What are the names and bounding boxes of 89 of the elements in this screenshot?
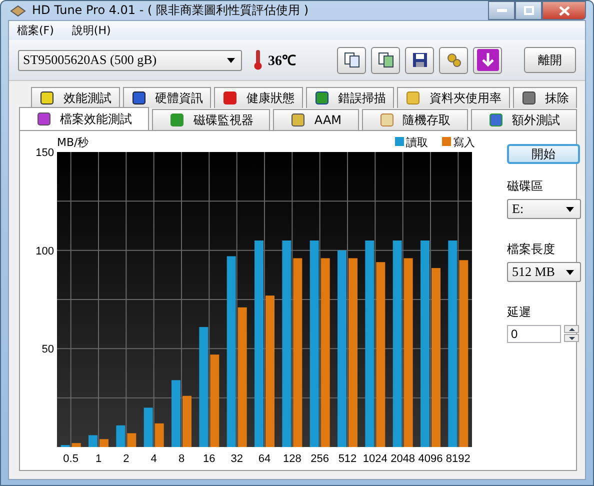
- start-button[interactable]: 開始: [507, 144, 580, 164]
- delay-label: 延遲: [507, 304, 531, 321]
- bar: [127, 433, 136, 447]
- square-icon: [314, 90, 330, 106]
- caret-icon: [566, 270, 574, 274]
- axis-tick-label: 1024: [362, 453, 388, 465]
- legend-item: 寫入: [442, 136, 475, 149]
- bar: [182, 396, 192, 447]
- square-icon: [378, 112, 395, 128]
- gears-button[interactable]: [439, 46, 468, 74]
- legend-label: 讀取: [406, 136, 428, 149]
- axis-tick-label: 0.5: [63, 453, 78, 465]
- tab[interactable]: 隨機存取: [362, 109, 468, 130]
- axis-tick-label: 2048: [390, 453, 416, 465]
- square-icon: [520, 90, 537, 106]
- gears-icon: [446, 52, 462, 68]
- axis-tick-label: 2: [123, 453, 130, 465]
- tab[interactable]: 額外測試: [470, 109, 577, 130]
- close-icon: [558, 6, 570, 16]
- close-button[interactable]: [542, 1, 586, 20]
- square-icon: [222, 90, 238, 106]
- legend-label: 寫入: [453, 136, 475, 149]
- down-arrow-icon: [568, 336, 574, 340]
- square-icon: [488, 112, 504, 128]
- bar: [72, 443, 81, 447]
- download-button[interactable]: [473, 46, 502, 74]
- square-icon: [36, 111, 52, 127]
- save-icon: [412, 52, 428, 68]
- axis-tick-label: 256: [310, 453, 330, 465]
- axis-tick-label: 64: [258, 453, 271, 465]
- square-icon: [405, 90, 422, 106]
- caret-icon: [566, 206, 574, 212]
- tab[interactable]: 抹除: [512, 87, 577, 108]
- minimize-icon: [496, 8, 506, 12]
- axis-tick-label: 128: [282, 453, 302, 465]
- axis-tick-label: 4: [150, 453, 157, 465]
- copy-button[interactable]: [371, 46, 400, 74]
- axis-tick-label: 50: [42, 344, 54, 356]
- save-button[interactable]: [405, 46, 434, 74]
- square-icon: [169, 112, 186, 128]
- file-length-label: 檔案長度: [507, 241, 555, 258]
- square-icon: [290, 112, 306, 128]
- thermometer-icon: [254, 50, 262, 70]
- download-icon: [476, 49, 498, 71]
- bar: [116, 425, 126, 447]
- tab[interactable]: 資料夾使用率: [397, 87, 510, 108]
- tab[interactable]: AAM: [273, 109, 359, 130]
- copy-icon: [344, 52, 360, 68]
- bar: [100, 439, 108, 447]
- bar: [88, 435, 98, 447]
- axis-tick-label: 150: [36, 147, 54, 159]
- drive-label: 磁碟區: [507, 178, 543, 195]
- delay-field[interactable]: 0: [507, 325, 561, 343]
- square-icon: [130, 90, 147, 106]
- minimize-button[interactable]: [488, 1, 515, 20]
- tab[interactable]: 健康狀態: [214, 87, 302, 108]
- axis-tick-label: 512: [338, 453, 357, 465]
- axis-tick-label: 16: [203, 453, 216, 465]
- legend-item: 讀取: [395, 136, 428, 149]
- copy-button[interactable]: [337, 46, 366, 74]
- maximize-icon: [524, 6, 534, 15]
- temperature-reading: 36℃: [268, 53, 296, 70]
- tab[interactable]: 檔案效能測試: [19, 107, 150, 130]
- axis-tick-label: 1: [95, 453, 102, 465]
- y-axis-title: MB/秒: [57, 136, 89, 149]
- axis-tick-label: 32: [230, 453, 243, 465]
- menu-item[interactable]: 檔案(F): [17, 23, 54, 38]
- exit-button[interactable]: 離開: [524, 47, 576, 73]
- spin-up-button[interactable]: [564, 325, 579, 333]
- drive-dropdown[interactable]: ST95005620AS (500 gB): [18, 50, 242, 70]
- file-length-dropdown[interactable]: 512 MB: [507, 262, 581, 282]
- tab[interactable]: 效能測試: [31, 87, 120, 108]
- bar: [172, 380, 180, 447]
- tab[interactable]: 硬體資訊: [122, 87, 211, 108]
- menu-item[interactable]: 說明(H): [72, 23, 111, 38]
- axis-tick-label: 100: [36, 245, 54, 258]
- spin-down-button[interactable]: [564, 334, 579, 342]
- axis-tick-label: 8: [178, 453, 185, 465]
- window-title: HD Tune Pro 4.01 - ( 限非商業圖利性質評估使用 ): [32, 2, 309, 19]
- maximize-button[interactable]: [515, 1, 542, 20]
- square-icon: [39, 90, 56, 106]
- copy-icon: [378, 52, 394, 68]
- tab[interactable]: 錯誤掃描: [306, 87, 394, 108]
- up-arrow-icon: [568, 328, 574, 330]
- axis-tick-label: 8192: [446, 453, 470, 465]
- drive-dropdown[interactable]: E:: [507, 199, 581, 219]
- axis-tick-label: 4096: [418, 453, 443, 465]
- tab[interactable]: 磁碟監視器: [152, 109, 270, 130]
- caret-icon: [227, 58, 235, 62]
